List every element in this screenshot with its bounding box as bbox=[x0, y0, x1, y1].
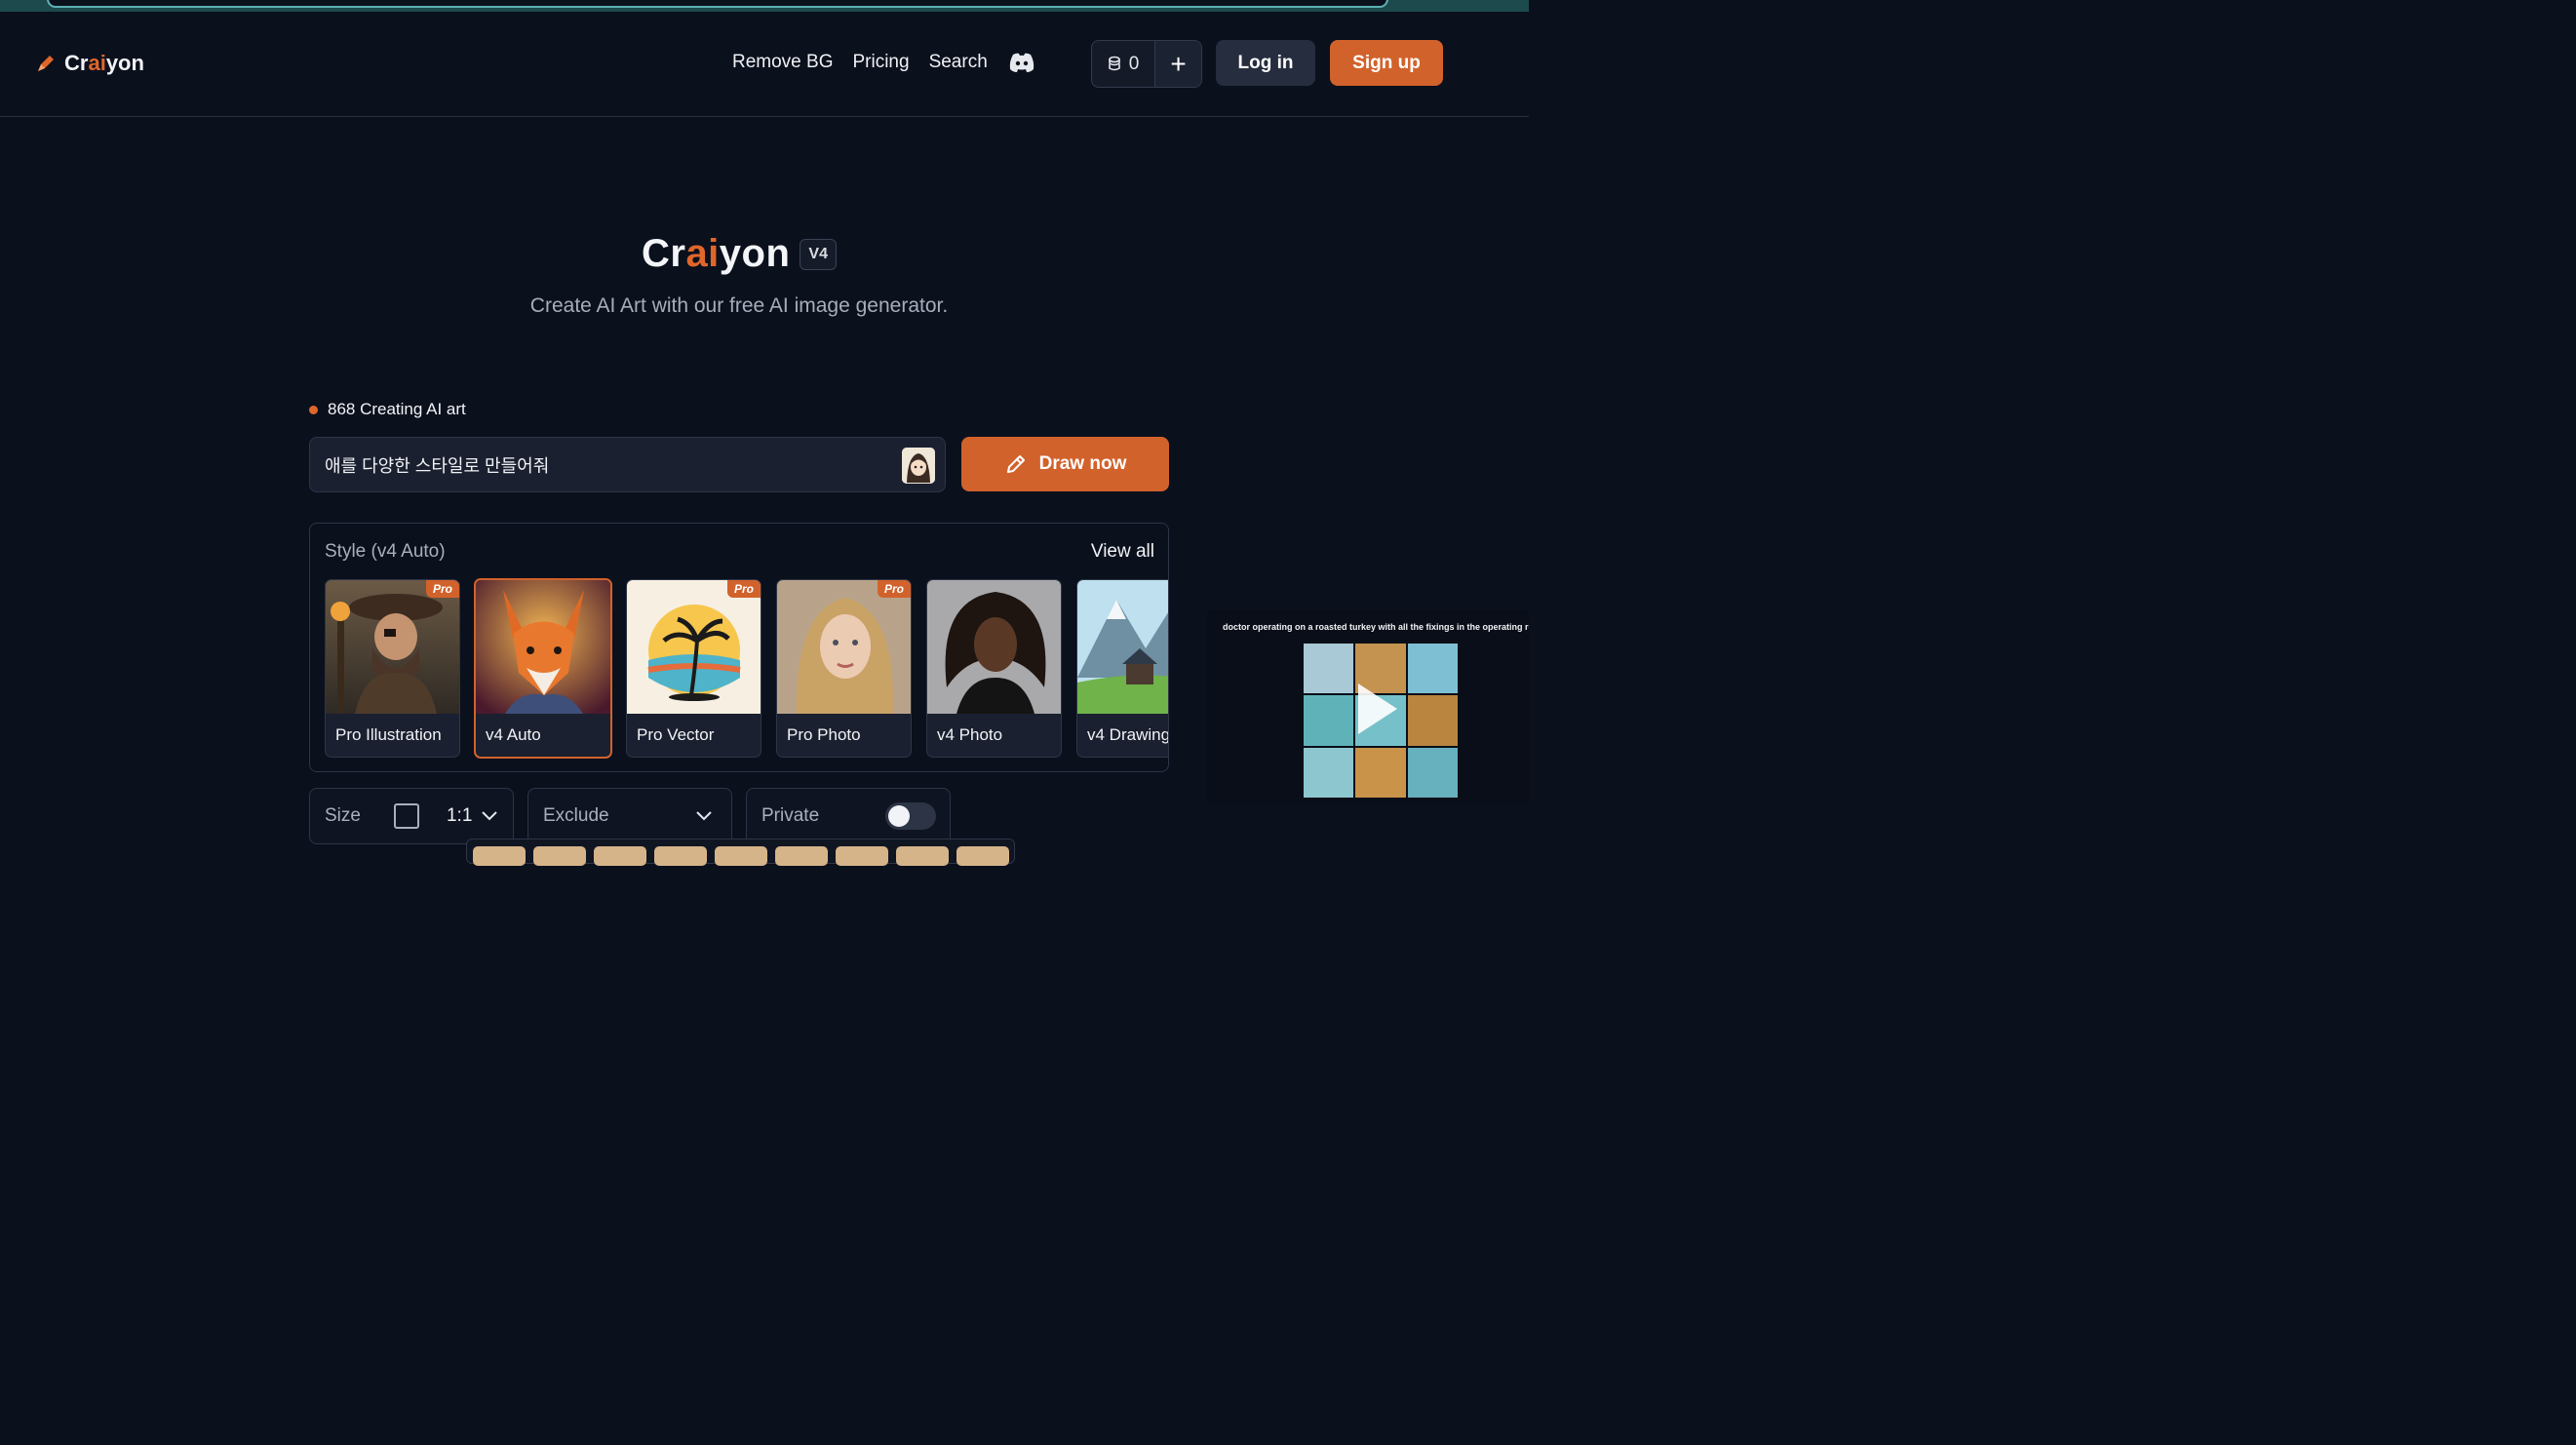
prompt-input-value: 애를 다양한 스타일로 만들어줘 bbox=[325, 455, 550, 476]
nav-links: Remove BG Pricing Search bbox=[732, 52, 1036, 73]
hero-title: Craiyon V4 bbox=[0, 232, 1478, 276]
draw-now-button[interactable]: Draw now bbox=[961, 437, 1169, 491]
pencil-icon bbox=[1006, 455, 1025, 473]
recent-image-thumbnail[interactable] bbox=[654, 846, 707, 866]
add-credits-button[interactable]: + bbox=[1155, 41, 1201, 87]
style-card-label: v4 Drawing bbox=[1087, 725, 1169, 744]
nav-link-pricing[interactable]: Pricing bbox=[852, 52, 909, 73]
top-navbar: Craiyon Remove BG Pricing Search 0 + Log… bbox=[0, 12, 1529, 117]
recent-image-thumbnail[interactable] bbox=[533, 846, 586, 866]
private-toggle[interactable] bbox=[885, 802, 936, 830]
prompt-input[interactable]: 애를 다양한 스타일로 만들어줘 bbox=[309, 437, 946, 492]
portrait-photo-image bbox=[927, 580, 1061, 714]
style-card-label: Pro Illustration bbox=[335, 725, 442, 744]
reference-image-thumbnail[interactable] bbox=[902, 448, 935, 484]
discord-icon[interactable] bbox=[1007, 52, 1036, 73]
pirate-illustration-image bbox=[326, 580, 459, 714]
live-status: 868 Creating AI art bbox=[309, 400, 466, 419]
nav-link-search[interactable]: Search bbox=[929, 52, 988, 73]
private-label: Private bbox=[761, 805, 820, 826]
logo[interactable]: Craiyon bbox=[35, 51, 144, 76]
recent-image-thumbnail[interactable] bbox=[594, 846, 646, 866]
style-card-pro-illustration[interactable]: Pro Pro Illustration bbox=[325, 579, 460, 758]
pro-badge: Pro bbox=[726, 580, 761, 598]
recent-image-thumbnail[interactable] bbox=[715, 846, 767, 866]
style-card-v4-photo[interactable]: v4 Photo bbox=[926, 579, 1062, 758]
pro-badge: Pro bbox=[877, 580, 911, 598]
style-heading: Style (v4 Auto) bbox=[325, 541, 446, 562]
video-caption: doctor operating on a roasted turkey wit… bbox=[1223, 622, 1529, 632]
live-status-text: 868 Creating AI art bbox=[328, 400, 466, 418]
recent-image-thumbnail[interactable] bbox=[956, 846, 1009, 866]
size-option[interactable]: Size 1:1 bbox=[309, 788, 514, 844]
style-card-v4-auto[interactable]: v4 Auto bbox=[474, 578, 612, 759]
style-card-pro-photo[interactable]: Pro Pro Photo bbox=[776, 579, 912, 758]
play-icon[interactable] bbox=[1358, 683, 1397, 734]
promo-video[interactable]: doctor operating on a roasted turkey wit… bbox=[1207, 610, 1529, 803]
aspect-square-icon bbox=[393, 803, 419, 829]
credits-widget: 0 + bbox=[1091, 40, 1202, 88]
credits-count[interactable]: 0 bbox=[1092, 41, 1155, 87]
style-card-pro-vector[interactable]: Pro Pro Vector bbox=[626, 579, 761, 758]
browser-top-strip bbox=[0, 0, 1529, 12]
recent-image-thumbnail[interactable] bbox=[775, 846, 828, 866]
recent-images-strip bbox=[466, 839, 1015, 866]
signup-button[interactable]: Sign up bbox=[1330, 40, 1443, 86]
browser-top-bar bbox=[47, 0, 1388, 8]
woman-photo-image bbox=[777, 580, 911, 714]
hero-subtitle: Create AI Art with our free AI image gen… bbox=[529, 294, 949, 317]
draw-now-label: Draw now bbox=[1038, 453, 1127, 474]
style-card-label: Pro Vector bbox=[637, 725, 715, 744]
version-badge: V4 bbox=[800, 238, 837, 270]
recent-image-thumbnail[interactable] bbox=[473, 846, 526, 866]
recent-image-thumbnail[interactable] bbox=[836, 846, 888, 866]
crayon-icon bbox=[38, 56, 54, 71]
recent-image-thumbnail[interactable] bbox=[896, 846, 949, 866]
style-panel: Style (v4 Auto) View all Pro Pro Illustr… bbox=[309, 523, 1169, 772]
style-card-label: v4 Photo bbox=[937, 725, 1003, 744]
hero-title-text: Craiyon bbox=[641, 232, 791, 275]
pro-badge: Pro bbox=[425, 580, 459, 598]
credits-value: 0 bbox=[1128, 53, 1140, 74]
exclude-label: Exclude bbox=[543, 805, 609, 826]
style-card-v4-drawing[interactable]: v4 Drawing bbox=[1076, 579, 1169, 758]
view-all-link[interactable]: View all bbox=[1091, 541, 1154, 563]
login-button[interactable]: Log in bbox=[1216, 40, 1315, 86]
private-option: Private bbox=[746, 788, 951, 844]
size-value: 1:1 bbox=[446, 805, 473, 826]
chevron-down-icon bbox=[696, 811, 712, 821]
fox-image bbox=[476, 580, 610, 714]
live-dot-icon bbox=[309, 405, 318, 414]
exclude-dropdown[interactable]: Exclude bbox=[527, 788, 732, 844]
palm-vector-image bbox=[627, 580, 761, 714]
size-label: Size bbox=[325, 805, 361, 826]
style-card-label: Pro Photo bbox=[787, 725, 861, 744]
nav-link-remove-bg[interactable]: Remove BG bbox=[732, 52, 833, 73]
plus-icon: + bbox=[1170, 48, 1187, 79]
chevron-down-icon bbox=[482, 811, 498, 821]
mountain-drawing-image bbox=[1077, 580, 1168, 714]
style-card-label: v4 Auto bbox=[486, 725, 541, 744]
logo-text: Craiyon bbox=[64, 51, 144, 75]
coins-icon bbox=[1108, 56, 1120, 70]
